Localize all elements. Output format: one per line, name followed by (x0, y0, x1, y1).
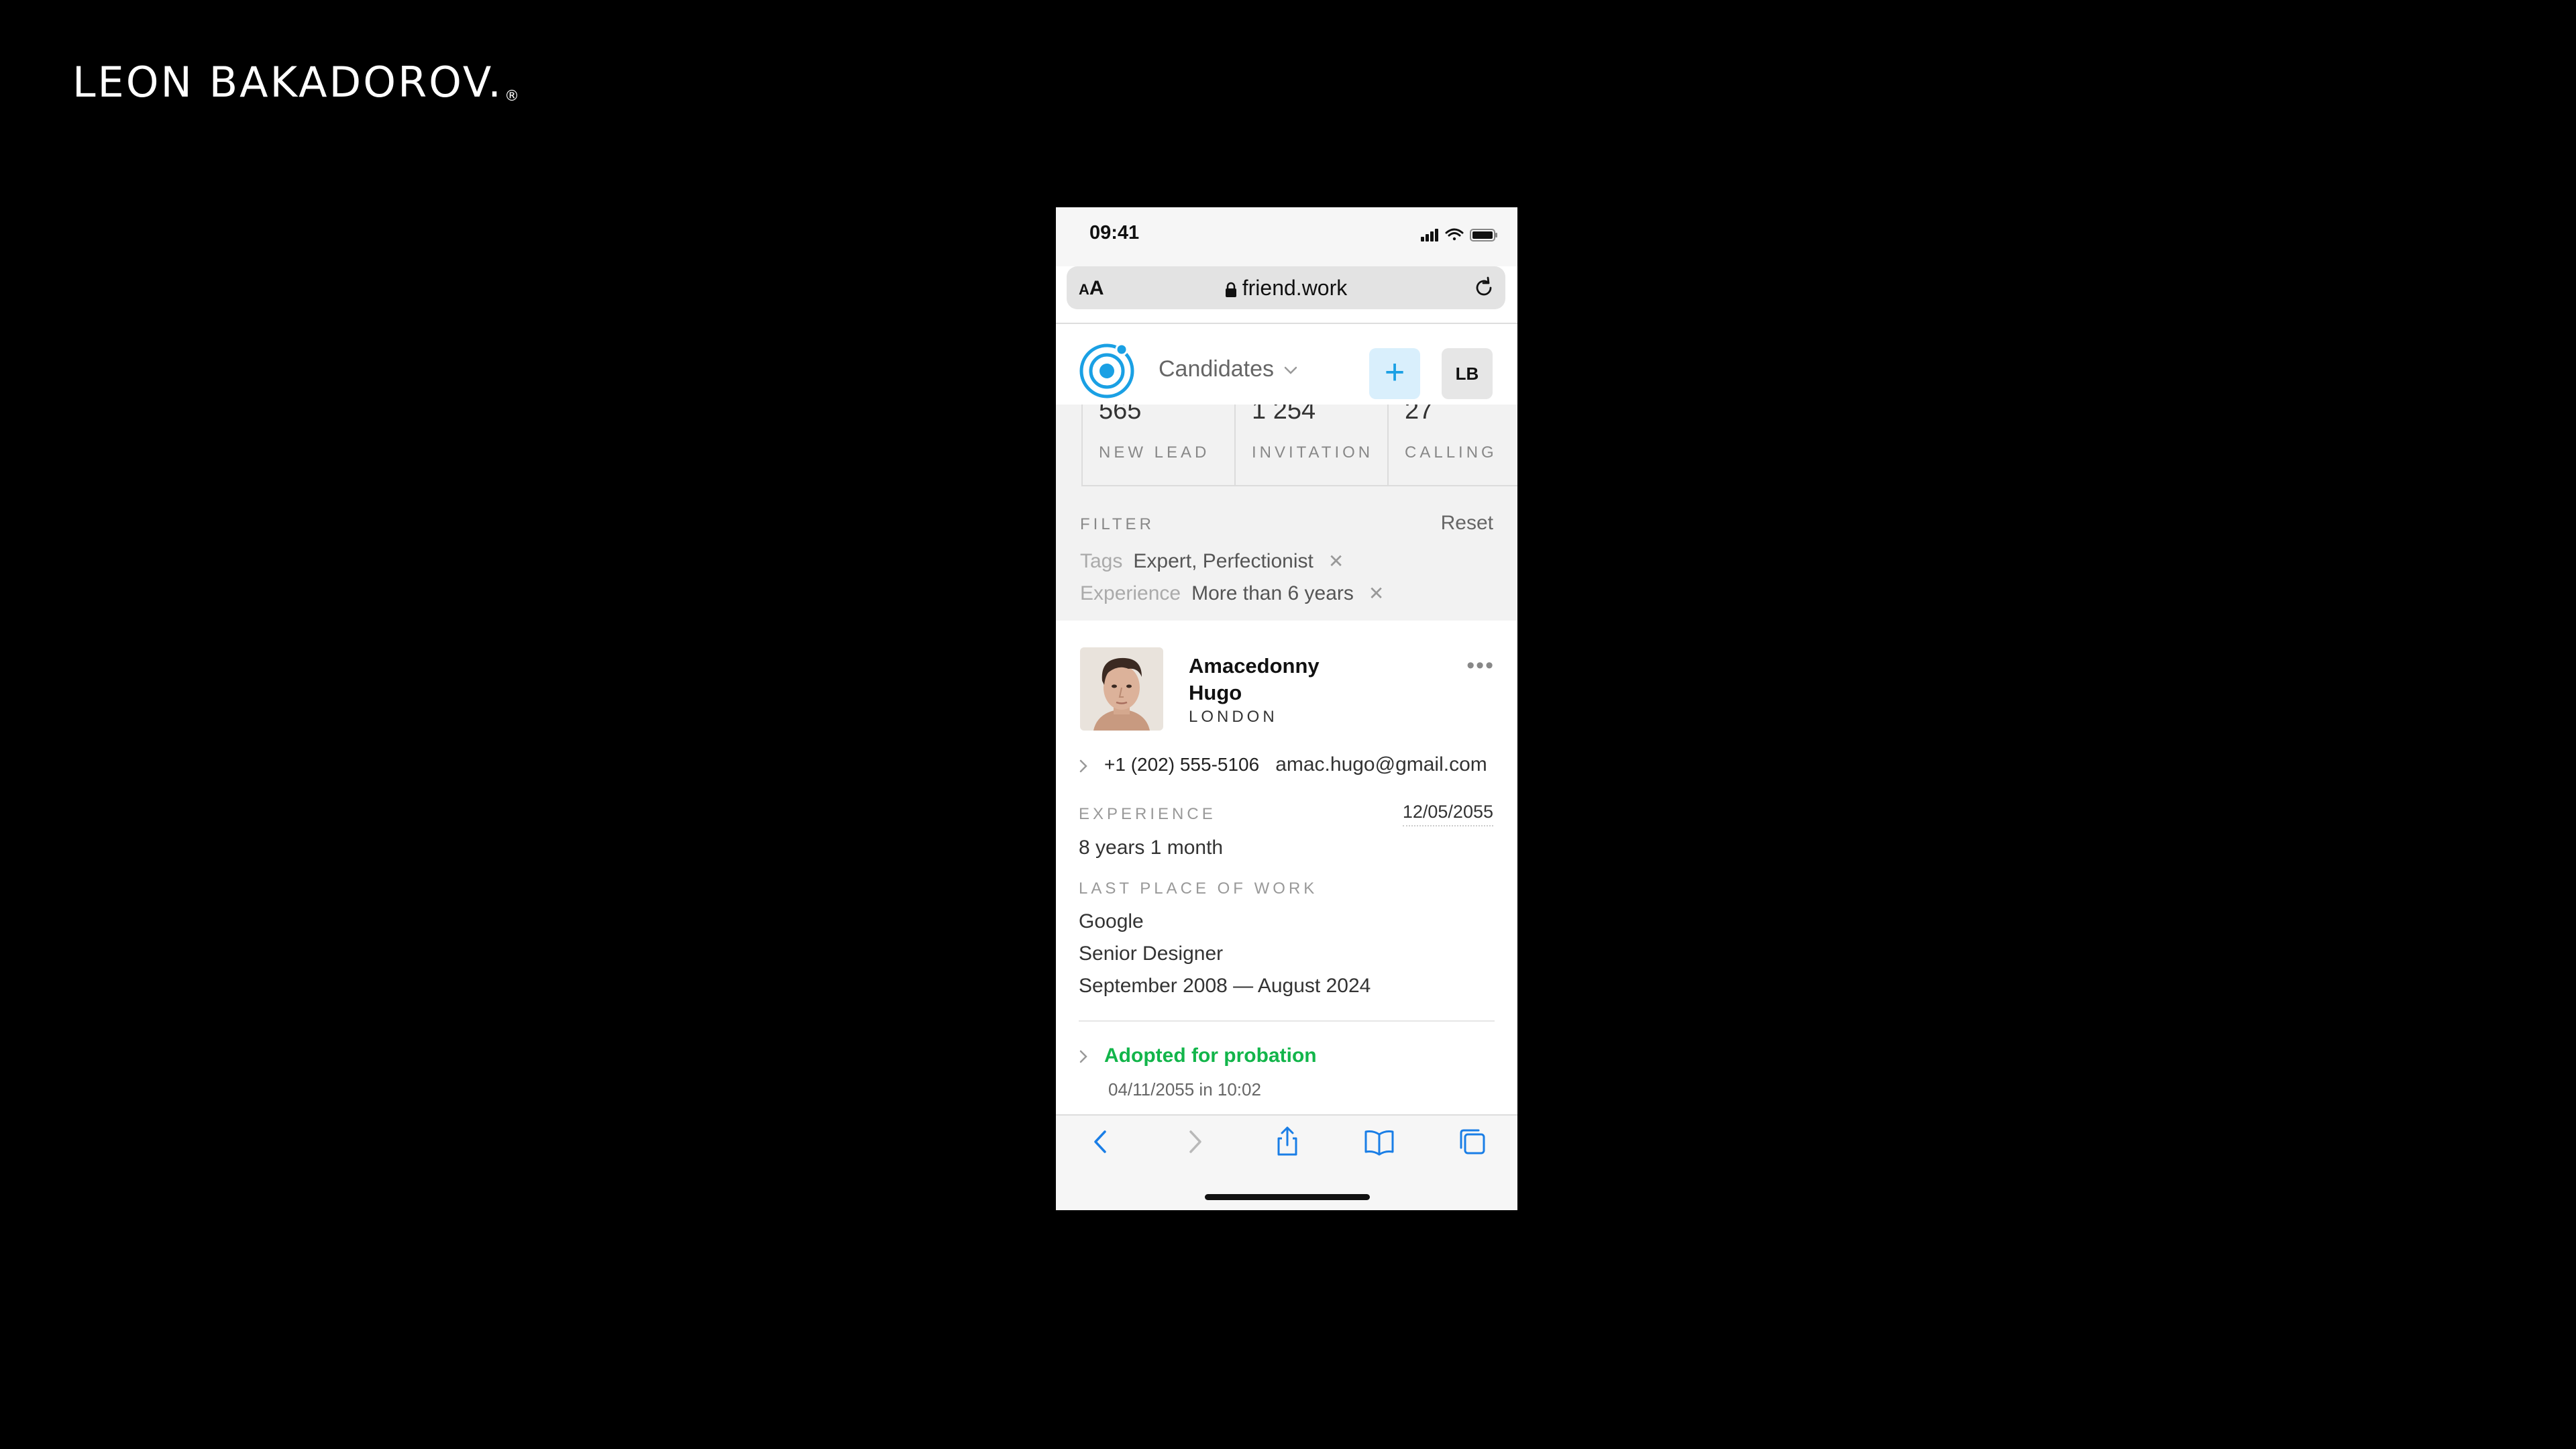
candidate-city: LONDON (1189, 708, 1278, 726)
filter-value[interactable]: More than 6 years (1191, 582, 1354, 604)
candidate-email[interactable]: amac.hugo@gmail.com (1275, 753, 1487, 775)
stats-strip: 565 NEW LEAD 1 254 INVITATION 27 CALLING (1056, 405, 1517, 486)
brand-logo: LEON BAKADOROV.® (72, 58, 519, 107)
contact-row[interactable]: +1 (202) 555-5106 amac.hugo@gmail.com (1079, 753, 1487, 776)
app-logo-icon[interactable] (1079, 341, 1136, 399)
signal-icon (1421, 229, 1438, 241)
stat-new-lead[interactable]: 565 NEW LEAD (1081, 405, 1236, 486)
filter-title: FILTER (1080, 515, 1155, 533)
status-date: 04/11/2055 in 10:02 (1108, 1079, 1261, 1099)
status-time: 09:41 (1089, 222, 1140, 244)
phone-screen: 09:41 AA friend.work Candidates + LB 565… (1056, 207, 1517, 1210)
experience-value: 8 years 1 month (1079, 837, 1224, 859)
brand-name: LEON BAKADOROV. (72, 58, 503, 107)
stat-invitation[interactable]: 1 254 INVITATION (1234, 405, 1389, 486)
candidate-phone[interactable]: +1 (202) 555-5106 (1104, 754, 1259, 775)
divider (1079, 1020, 1495, 1022)
filter-key: Experience (1080, 582, 1181, 604)
back-icon[interactable] (1085, 1125, 1118, 1159)
last-work-period: September 2008 — August 2024 (1079, 975, 1371, 997)
stat-value: 565 (1099, 405, 1142, 425)
filter-value[interactable]: Expert, Perfectionist (1133, 550, 1313, 572)
candidate-card[interactable]: Amacedonny Hugo LONDON ••• +1 (202) 555-… (1056, 621, 1517, 1114)
candidate-status[interactable]: Adopted for probation (1079, 1044, 1317, 1067)
reload-icon[interactable] (1472, 276, 1496, 300)
status-icons (1421, 228, 1497, 241)
last-work-company: Google (1079, 910, 1144, 932)
filter-row-experience: Experience More than 6 years ✕ (1080, 582, 1384, 605)
app-header: Candidates + LB (1056, 324, 1517, 405)
chevron-right-icon (1079, 1050, 1087, 1063)
lock-icon (1225, 282, 1236, 297)
registered-mark: ® (504, 88, 519, 105)
share-icon[interactable] (1271, 1125, 1304, 1159)
more-options-icon[interactable]: ••• (1466, 653, 1495, 679)
tabs-icon[interactable] (1456, 1125, 1489, 1159)
url-display[interactable]: friend.work (1067, 276, 1505, 301)
status-bar: 09:41 (1056, 207, 1517, 266)
candidate-photo (1080, 647, 1163, 731)
stat-label: CALLING (1405, 443, 1497, 462)
experience-label: EXPERIENCE (1079, 805, 1216, 823)
add-candidate-button[interactable]: + (1369, 348, 1420, 399)
url-text: friend.work (1242, 276, 1348, 300)
stat-label: INVITATION (1252, 443, 1374, 462)
forward-icon[interactable] (1177, 1125, 1211, 1159)
filter-panel: FILTER Reset Tags Expert, Perfectionist ✕ … (1056, 486, 1517, 621)
stat-calling[interactable]: 27 CALLING (1387, 405, 1517, 486)
battery-icon (1470, 229, 1497, 241)
candidate-first-name: Amacedonny (1189, 654, 1320, 678)
chevron-down-icon (1284, 366, 1297, 374)
home-indicator (1205, 1194, 1370, 1200)
stat-value: 27 (1405, 405, 1434, 425)
filter-reset-button[interactable]: Reset (1441, 512, 1493, 535)
candidate-last-name: Hugo (1189, 681, 1242, 704)
address-bar[interactable]: AA friend.work (1067, 266, 1505, 309)
candidate-name[interactable]: Amacedonny Hugo (1189, 653, 1350, 706)
bookmarks-icon[interactable] (1362, 1125, 1396, 1159)
filter-key: Tags (1080, 550, 1123, 572)
experience-date[interactable]: 12/05/2055 (1402, 802, 1493, 826)
section-label: Candidates (1159, 356, 1275, 382)
last-work-label: LAST PLACE OF WORK (1079, 879, 1318, 898)
remove-filter-icon[interactable]: ✕ (1328, 551, 1344, 572)
remove-filter-icon[interactable]: ✕ (1368, 583, 1384, 604)
browser-toolbar (1056, 1114, 1517, 1210)
status-text: Adopted for probation (1104, 1044, 1317, 1067)
section-dropdown[interactable]: Candidates (1159, 356, 1298, 382)
last-work-position: Senior Designer (1079, 943, 1224, 965)
user-avatar-button[interactable]: LB (1442, 348, 1493, 399)
chevron-right-icon (1079, 759, 1087, 772)
wifi-icon (1445, 228, 1464, 241)
stat-label: NEW LEAD (1099, 443, 1210, 462)
filter-row-tags: Tags Expert, Perfectionist ✕ (1080, 550, 1344, 573)
stat-value: 1 254 (1252, 405, 1316, 425)
